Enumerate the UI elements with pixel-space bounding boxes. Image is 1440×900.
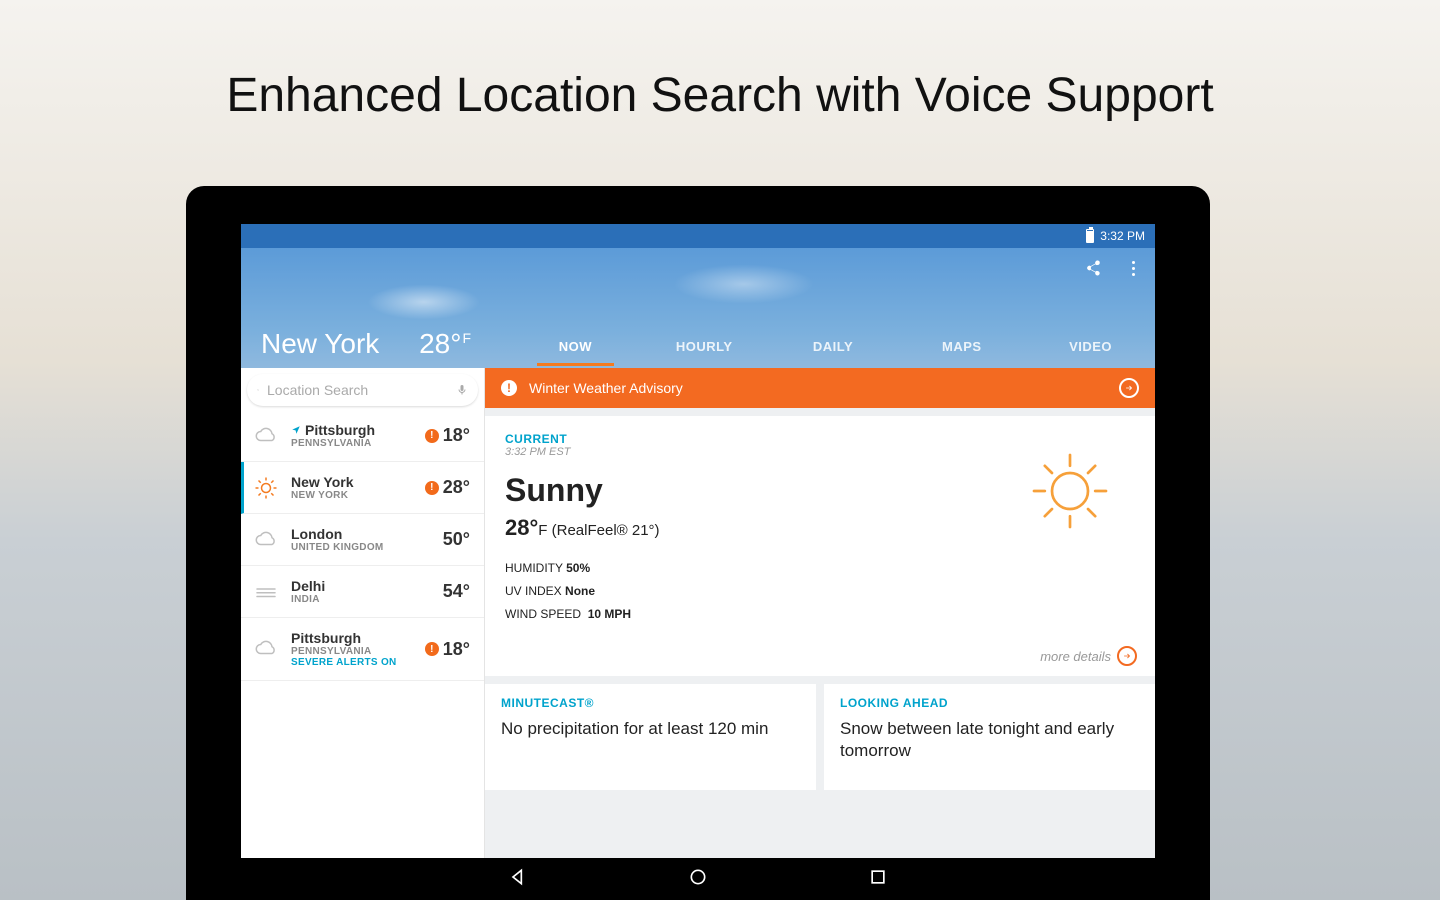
tablet-frame: 3:32 PM New York 28°F NOW HOURLY DAILY M… bbox=[186, 186, 1210, 900]
location-region: INDIA bbox=[291, 594, 433, 605]
location-item[interactable]: LondonUNITED KINGDOM 50° bbox=[241, 514, 484, 566]
info-icon: ! bbox=[501, 380, 517, 396]
advisory-text: Winter Weather Advisory bbox=[529, 380, 683, 396]
header-city: New York bbox=[261, 328, 379, 360]
location-item[interactable]: New YorkNEW YORK !28° bbox=[241, 462, 484, 514]
advisory-banner[interactable]: ! Winter Weather Advisory bbox=[485, 368, 1155, 408]
weather-icon bbox=[251, 637, 281, 661]
looking-ahead-text: Snow between late tonight and early tomo… bbox=[840, 718, 1139, 762]
tab-daily[interactable]: DAILY bbox=[769, 327, 898, 366]
gps-icon bbox=[291, 425, 301, 435]
tab-bar: NOW HOURLY DAILY MAPS VIDEO bbox=[501, 324, 1155, 368]
nav-recent-icon[interactable] bbox=[868, 867, 888, 892]
overflow-menu-icon[interactable] bbox=[1123, 258, 1143, 278]
location-temp: !18° bbox=[425, 639, 470, 660]
location-region: PENNSYLVANIA bbox=[291, 646, 415, 657]
location-item[interactable]: DelhiINDIA 54° bbox=[241, 566, 484, 618]
minutecast-label: MINUTECAST® bbox=[501, 696, 800, 710]
location-region: PENNSYLVANIA bbox=[291, 438, 415, 449]
looking-ahead-card[interactable]: LOOKING AHEAD Snow between late tonight … bbox=[824, 684, 1155, 790]
minutecast-text: No precipitation for at least 120 min bbox=[501, 718, 800, 740]
weather-icon bbox=[251, 424, 281, 448]
alert-icon: ! bbox=[425, 429, 439, 443]
header-temp: 28°F bbox=[419, 328, 471, 360]
looking-ahead-label: LOOKING AHEAD bbox=[840, 696, 1139, 710]
alert-icon: ! bbox=[425, 642, 439, 656]
minutecast-card[interactable]: MINUTECAST® No precipitation for at leas… bbox=[485, 684, 816, 790]
location-region: UNITED KINGDOM bbox=[291, 542, 433, 553]
location-city: Pittsburgh bbox=[291, 630, 415, 646]
location-item[interactable]: PittsburghPENNSYLVANIA !18° bbox=[241, 410, 484, 462]
battery-icon bbox=[1086, 229, 1094, 243]
location-temp: !28° bbox=[425, 477, 470, 498]
tab-video[interactable]: VIDEO bbox=[1026, 327, 1155, 366]
device-screen: 3:32 PM New York 28°F NOW HOURLY DAILY M… bbox=[241, 224, 1155, 900]
sun-icon bbox=[1025, 446, 1115, 536]
tab-now[interactable]: NOW bbox=[511, 327, 640, 366]
location-temp: !18° bbox=[425, 425, 470, 446]
weather-icon bbox=[251, 528, 281, 552]
alert-icon: ! bbox=[425, 481, 439, 495]
search-icon bbox=[257, 383, 259, 397]
location-temp: 50° bbox=[443, 529, 470, 550]
current-card: CURRENT 3:32 PM EST Sunny 28°F (RealFeel… bbox=[485, 416, 1155, 676]
location-item[interactable]: PittsburghPENNSYLVANIASEVERE ALERTS ON !1… bbox=[241, 618, 484, 681]
location-city: New York bbox=[291, 474, 415, 490]
current-label: CURRENT bbox=[505, 432, 1135, 446]
nav-back-icon[interactable] bbox=[508, 867, 528, 892]
more-details-link[interactable]: more details bbox=[1040, 646, 1137, 666]
status-time: 3:32 PM bbox=[1100, 229, 1145, 243]
main-content: ! Winter Weather Advisory CURRENT 3:32 P… bbox=[485, 368, 1155, 900]
tab-hourly[interactable]: HOURLY bbox=[640, 327, 769, 366]
arrow-right-icon bbox=[1117, 646, 1137, 666]
marketing-headline: Enhanced Location Search with Voice Supp… bbox=[0, 0, 1440, 123]
location-city: London bbox=[291, 526, 433, 542]
location-search[interactable] bbox=[247, 374, 478, 406]
location-search-input[interactable] bbox=[267, 382, 448, 398]
nav-home-icon[interactable] bbox=[688, 867, 708, 892]
location-temp: 54° bbox=[443, 581, 470, 602]
location-city: Delhi bbox=[291, 578, 433, 594]
arrow-right-icon[interactable] bbox=[1119, 378, 1139, 398]
status-bar: 3:32 PM bbox=[241, 224, 1155, 248]
tab-maps[interactable]: MAPS bbox=[897, 327, 1026, 366]
mic-icon[interactable] bbox=[456, 380, 468, 400]
share-icon[interactable] bbox=[1083, 258, 1103, 278]
weather-icon bbox=[251, 580, 281, 604]
app-header: New York 28°F NOW HOURLY DAILY MAPS VIDE… bbox=[241, 248, 1155, 368]
weather-icon bbox=[251, 476, 281, 500]
location-region: NEW YORK bbox=[291, 490, 415, 501]
alerts-on-label: SEVERE ALERTS ON bbox=[291, 657, 415, 668]
location-sidebar: PittsburghPENNSYLVANIA!18°New YorkNEW YO… bbox=[241, 368, 485, 900]
location-city: Pittsburgh bbox=[291, 422, 415, 438]
android-navbar bbox=[186, 858, 1210, 900]
